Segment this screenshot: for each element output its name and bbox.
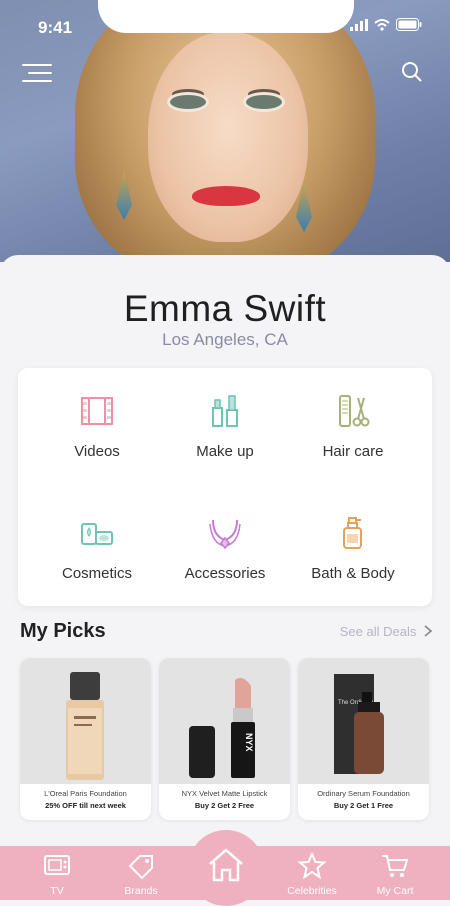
category-cosmetics[interactable]: Cosmetics bbox=[28, 516, 166, 606]
profile-name: Emma Swift bbox=[123, 288, 327, 329]
nav-label: Celebrities bbox=[287, 885, 337, 897]
search-icon bbox=[402, 62, 422, 82]
category-label: Videos bbox=[74, 443, 120, 460]
film-icon bbox=[81, 397, 113, 425]
nav-celebrities[interactable]: Celebrities bbox=[282, 851, 342, 897]
search-button[interactable] bbox=[400, 60, 424, 84]
lips bbox=[192, 186, 260, 206]
signal-icon bbox=[350, 18, 368, 31]
category-bath-body[interactable]: Bath & Body bbox=[284, 516, 422, 606]
star-icon bbox=[297, 851, 327, 880]
see-all-label: See all Deals bbox=[339, 624, 417, 639]
home-button[interactable] bbox=[188, 830, 264, 906]
product-name: Ordinary Serum Foundation bbox=[317, 789, 410, 798]
product-card[interactable]: NYX NYX Velvet Matte Lipstick Buy 2 Get … bbox=[159, 658, 290, 820]
category-haircare[interactable]: Hair care bbox=[284, 394, 422, 484]
profile-location: Los Angeles, CA bbox=[162, 330, 288, 349]
menu-icon-line bbox=[28, 72, 52, 74]
status-time: 9:41 bbox=[38, 18, 73, 37]
product-deal: 25% OFF till next week bbox=[45, 801, 126, 810]
left-eye bbox=[170, 95, 206, 109]
category-label: Hair care bbox=[322, 443, 384, 460]
category-label: Cosmetics bbox=[61, 565, 132, 582]
section-title: My Picks bbox=[20, 620, 106, 642]
nav-label: Brands bbox=[124, 885, 158, 897]
right-eye bbox=[246, 95, 282, 109]
nav-tv[interactable]: TV bbox=[27, 852, 87, 897]
wifi-icon bbox=[374, 18, 390, 31]
necklace-icon bbox=[209, 519, 241, 550]
tag-icon bbox=[128, 855, 153, 880]
nav-label: TV bbox=[50, 885, 64, 897]
foundation-bottle-image bbox=[66, 672, 104, 780]
category-label: Accessories bbox=[184, 565, 266, 582]
tv-icon bbox=[44, 855, 70, 875]
battery-icon bbox=[396, 18, 422, 31]
product-card[interactable]: L'Oreal Paris Foundation 25% OFF till ne… bbox=[20, 658, 151, 820]
menu-icon bbox=[22, 64, 52, 66]
menu-icon-line bbox=[22, 80, 52, 82]
see-all-deals-link[interactable]: See all Deals bbox=[339, 624, 433, 639]
makeup-icon bbox=[212, 395, 238, 427]
product-deal: Buy 2 Get 1 Free bbox=[333, 801, 394, 810]
categories-card: Videos Make up Hair care Cosmetics Acces… bbox=[18, 368, 432, 606]
chevron-right-icon bbox=[424, 625, 433, 637]
serum-foundation-image: The Ordinary. bbox=[334, 674, 384, 774]
category-label: Make up bbox=[196, 443, 254, 460]
nav-label: My Cart bbox=[376, 885, 414, 897]
menu-button[interactable] bbox=[22, 62, 54, 84]
face-shape bbox=[148, 32, 308, 242]
category-label: Bath & Body bbox=[311, 565, 395, 582]
category-videos[interactable]: Videos bbox=[28, 394, 166, 484]
product-card[interactable]: The Ordinary. Ordinary Serum Foundation … bbox=[298, 658, 429, 820]
product-image bbox=[20, 658, 151, 784]
category-accessories[interactable]: Accessories bbox=[156, 516, 294, 606]
nyx-brand-text: NYX bbox=[244, 733, 254, 752]
status-icons bbox=[350, 18, 422, 31]
product-name: L'Oreal Paris Foundation bbox=[44, 789, 127, 798]
product-deal: Buy 2 Get 2 Free bbox=[194, 801, 255, 810]
device-notch bbox=[98, 0, 354, 33]
product-image: NYX bbox=[159, 658, 290, 784]
status-bar: 9:41 bbox=[0, 0, 450, 44]
category-makeup[interactable]: Make up bbox=[156, 394, 294, 484]
product-name: NYX Velvet Matte Lipstick bbox=[181, 789, 268, 798]
cart-icon bbox=[382, 855, 409, 877]
nav-my-cart[interactable]: My Cart bbox=[365, 852, 425, 897]
nav-brands[interactable]: Brands bbox=[111, 852, 171, 897]
comb-scissors-icon bbox=[339, 395, 370, 427]
home-icon bbox=[209, 848, 243, 882]
cosmetics-icon bbox=[81, 523, 113, 545]
lotion-bottle-icon bbox=[343, 517, 362, 549]
product-image: The Ordinary. bbox=[298, 658, 429, 784]
lipstick-image: NYX bbox=[189, 678, 255, 778]
